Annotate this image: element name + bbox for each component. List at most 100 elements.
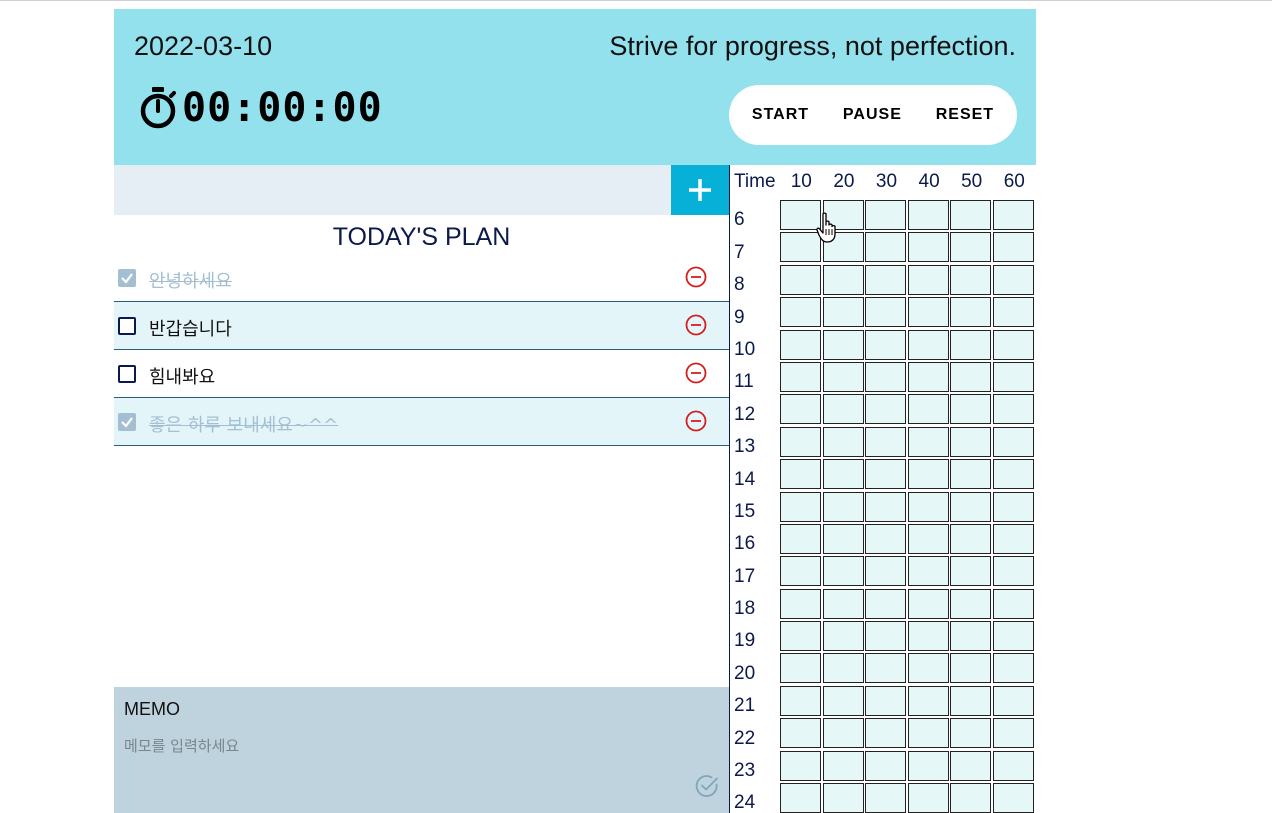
- timetable-cell[interactable]: [822, 621, 864, 652]
- timetable-cell[interactable]: [780, 588, 821, 619]
- timetable-cell[interactable]: [992, 621, 1034, 652]
- timetable-cell[interactable]: [950, 783, 992, 813]
- timetable-cell[interactable]: [950, 621, 992, 652]
- memo-input[interactable]: [124, 735, 684, 795]
- timetable-cell[interactable]: [780, 491, 821, 522]
- timetable-cell[interactable]: [822, 588, 864, 619]
- timetable-cell[interactable]: [907, 523, 949, 554]
- timetable-cell[interactable]: [822, 459, 864, 490]
- timetable-cell[interactable]: [780, 426, 821, 457]
- timetable-cell[interactable]: [950, 297, 992, 328]
- timetable-cell[interactable]: [822, 200, 864, 230]
- timetable-cell[interactable]: [950, 556, 992, 587]
- timetable-cell[interactable]: [992, 718, 1034, 749]
- timetable-cell[interactable]: [865, 200, 907, 230]
- timetable-cell[interactable]: [992, 783, 1034, 813]
- timetable-cell[interactable]: [780, 200, 821, 230]
- timetable-cell[interactable]: [822, 718, 864, 749]
- timetable-cell[interactable]: [950, 200, 992, 230]
- timetable-cell[interactable]: [992, 556, 1034, 587]
- timetable-cell[interactable]: [865, 556, 907, 587]
- start-button[interactable]: START: [744, 100, 817, 130]
- minus-circle-icon[interactable]: [685, 362, 707, 384]
- timetable-cell[interactable]: [780, 329, 821, 360]
- timetable-cell[interactable]: [907, 200, 949, 230]
- timetable-cell[interactable]: [822, 653, 864, 684]
- plan-checkbox[interactable]: [118, 365, 136, 383]
- timetable-cell[interactable]: [907, 685, 949, 716]
- timetable-cell[interactable]: [865, 621, 907, 652]
- timetable-cell[interactable]: [780, 297, 821, 328]
- timetable-cell[interactable]: [992, 200, 1034, 230]
- check-circle-icon[interactable]: [694, 773, 720, 799]
- timetable-cell[interactable]: [907, 426, 949, 457]
- timetable-cell[interactable]: [822, 394, 864, 425]
- timetable-cell[interactable]: [822, 361, 864, 392]
- timetable-cell[interactable]: [950, 329, 992, 360]
- timetable-cell[interactable]: [865, 459, 907, 490]
- timetable-cell[interactable]: [865, 750, 907, 781]
- timetable-cell[interactable]: [865, 491, 907, 522]
- timetable-cell[interactable]: [907, 459, 949, 490]
- timetable-cell[interactable]: [780, 264, 821, 295]
- timetable-cell[interactable]: [950, 523, 992, 554]
- timetable-cell[interactable]: [865, 394, 907, 425]
- timetable-cell[interactable]: [865, 329, 907, 360]
- timetable-cell[interactable]: [907, 232, 949, 263]
- timetable-cell[interactable]: [992, 264, 1034, 295]
- timetable-cell[interactable]: [822, 329, 864, 360]
- timetable-cell[interactable]: [822, 232, 864, 263]
- timetable-cell[interactable]: [907, 653, 949, 684]
- timetable-cell[interactable]: [865, 297, 907, 328]
- timetable-cell[interactable]: [907, 588, 949, 619]
- timetable-cell[interactable]: [992, 459, 1034, 490]
- timetable-cell[interactable]: [780, 459, 821, 490]
- plan-checkbox[interactable]: [118, 317, 136, 335]
- minus-circle-icon[interactable]: [685, 266, 707, 288]
- timetable-cell[interactable]: [992, 750, 1034, 781]
- timetable-cell[interactable]: [950, 685, 992, 716]
- timetable-cell[interactable]: [907, 783, 949, 813]
- timetable-cell[interactable]: [950, 232, 992, 263]
- timetable-cell[interactable]: [780, 232, 821, 263]
- timetable-cell[interactable]: [907, 718, 949, 749]
- plan-checkbox[interactable]: [118, 413, 136, 431]
- timetable-cell[interactable]: [865, 232, 907, 263]
- timetable-cell[interactable]: [780, 394, 821, 425]
- pause-button[interactable]: PAUSE: [835, 100, 910, 130]
- timetable-cell[interactable]: [907, 556, 949, 587]
- timetable-cell[interactable]: [992, 588, 1034, 619]
- timetable-cell[interactable]: [780, 783, 821, 813]
- timetable-cell[interactable]: [992, 297, 1034, 328]
- timetable-cell[interactable]: [907, 329, 949, 360]
- plan-checkbox[interactable]: [118, 269, 136, 287]
- todo-input[interactable]: [114, 165, 671, 215]
- timetable-cell[interactable]: [780, 750, 821, 781]
- minus-circle-icon[interactable]: [685, 314, 707, 336]
- timetable-cell[interactable]: [992, 232, 1034, 263]
- timetable-cell[interactable]: [950, 264, 992, 295]
- timetable-cell[interactable]: [992, 685, 1034, 716]
- timetable-cell[interactable]: [865, 685, 907, 716]
- timetable-cell[interactable]: [822, 685, 864, 716]
- timetable-cell[interactable]: [780, 361, 821, 392]
- timetable-cell[interactable]: [992, 653, 1034, 684]
- timetable-cell[interactable]: [865, 588, 907, 619]
- timetable-cell[interactable]: [865, 426, 907, 457]
- timetable-cell[interactable]: [907, 621, 949, 652]
- timetable-cell[interactable]: [992, 394, 1034, 425]
- timetable-cell[interactable]: [950, 653, 992, 684]
- timetable-cell[interactable]: [950, 750, 992, 781]
- timetable-cell[interactable]: [907, 394, 949, 425]
- timetable-cell[interactable]: [992, 491, 1034, 522]
- timetable-cell[interactable]: [822, 491, 864, 522]
- timetable-cell[interactable]: [865, 523, 907, 554]
- timetable-cell[interactable]: [992, 361, 1034, 392]
- add-todo-button[interactable]: [671, 165, 729, 215]
- timetable-cell[interactable]: [822, 523, 864, 554]
- timetable-cell[interactable]: [950, 426, 992, 457]
- timetable-cell[interactable]: [780, 718, 821, 749]
- timetable-cell[interactable]: [992, 329, 1034, 360]
- timetable-cell[interactable]: [780, 523, 821, 554]
- timetable-cell[interactable]: [950, 491, 992, 522]
